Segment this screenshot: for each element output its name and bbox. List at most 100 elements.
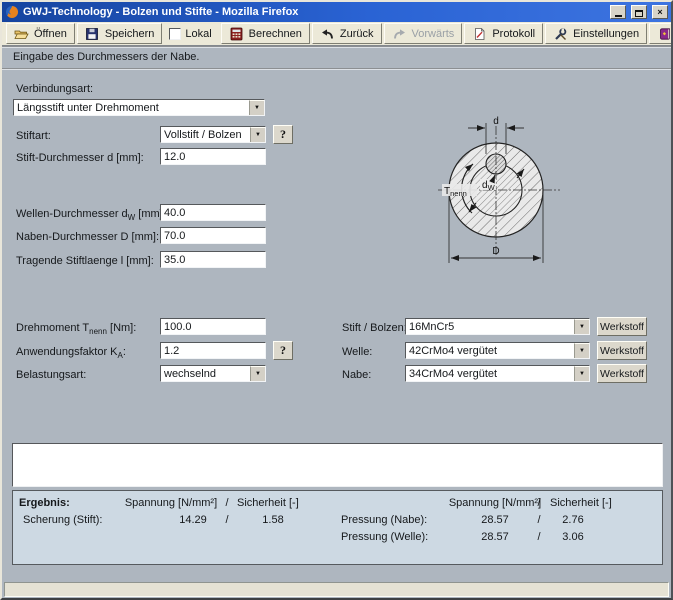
back-button[interactable]: Zurück bbox=[312, 23, 382, 44]
protocol-button-label: Protokoll bbox=[492, 28, 535, 40]
verbindungsart-select[interactable]: Längsstift unter Drehmoment ▼ bbox=[13, 99, 265, 116]
werkstoff-button-welle[interactable]: Werkstoff bbox=[597, 341, 647, 360]
result-left-header-slash: / bbox=[221, 497, 233, 509]
back-arrow-icon bbox=[320, 27, 335, 41]
result-right-header-slash: / bbox=[533, 497, 545, 509]
calculate-button[interactable]: Berechnen bbox=[221, 23, 310, 44]
stiftart-value: Vollstift / Bolzen bbox=[161, 129, 250, 141]
close-button[interactable]: × bbox=[652, 5, 668, 19]
drehmoment-input[interactable] bbox=[160, 318, 266, 335]
settings-button[interactable]: Einstellungen bbox=[545, 23, 647, 44]
drehmoment-label: Drehmoment Tnenn [Nm]: bbox=[16, 322, 136, 336]
open-folder-icon bbox=[14, 27, 29, 41]
chevron-down-icon[interactable]: ▼ bbox=[250, 127, 265, 142]
calculate-button-label: Berechnen bbox=[249, 28, 302, 40]
close-icon: × bbox=[657, 7, 662, 17]
maximize-button[interactable] bbox=[631, 5, 647, 19]
forward-button[interactable]: Vorwärts bbox=[384, 23, 463, 44]
save-button-label: Speichern bbox=[105, 28, 155, 40]
werkstoff-button-stift[interactable]: Werkstoff bbox=[597, 317, 647, 336]
result-pressung-nabe-label: Pressung (Nabe): bbox=[341, 514, 427, 526]
stift-bolzen-value: 16MnCr5 bbox=[406, 321, 574, 333]
anwendungsfaktor-label: Anwendungsfaktor KA: bbox=[16, 346, 126, 360]
verbindungsart-value: Längsstift unter Drehmoment bbox=[14, 102, 249, 114]
wellen-durchmesser-input[interactable] bbox=[160, 204, 266, 221]
help-button[interactable]: Hilfe bbox=[649, 23, 673, 44]
chevron-down-icon[interactable]: ▼ bbox=[574, 366, 589, 381]
belastungsart-value: wechselnd bbox=[161, 368, 250, 380]
naben-durchmesser-input[interactable] bbox=[160, 227, 266, 244]
result-scherung-sicherheit: 1.58 bbox=[241, 514, 305, 526]
result-left-header-spannung: Spannung [N/mm²] bbox=[116, 497, 226, 509]
results-title: Ergebnis: bbox=[19, 497, 70, 509]
window-title: GWJ-Technology - Bolzen und Stifte - Moz… bbox=[23, 6, 605, 18]
forward-arrow-icon bbox=[392, 27, 407, 41]
welle-label: Welle: bbox=[342, 346, 372, 358]
save-button[interactable]: Speichern bbox=[77, 23, 163, 44]
result-pressung-nabe-spannung: 28.57 bbox=[463, 514, 527, 526]
chevron-down-icon[interactable]: ▼ bbox=[574, 343, 589, 358]
welle-value: 42CrMo4 vergütet bbox=[406, 345, 574, 357]
stift-bolzen-select[interactable]: 16MnCr5 ▼ bbox=[405, 318, 590, 335]
toolbar: Öffnen Speichern Lokal Berechnen Zurück bbox=[2, 22, 671, 46]
werkstoff-button-nabe[interactable]: Werkstoff bbox=[597, 364, 647, 383]
stiftlaenge-label: Tragende Stiftlaenge l [mm]: bbox=[16, 255, 154, 267]
result-scherung-slash: / bbox=[221, 514, 233, 526]
firefox-icon bbox=[5, 5, 19, 19]
chevron-down-icon[interactable]: ▼ bbox=[250, 366, 265, 381]
chevron-down-icon[interactable]: ▼ bbox=[249, 100, 264, 115]
belastungsart-label: Belastungsart: bbox=[16, 369, 86, 381]
stift-bolzen-label: Stift / Bolzen: bbox=[342, 322, 407, 334]
tools-icon bbox=[553, 27, 568, 41]
result-left-header-sicherheit: Sicherheit [-] bbox=[237, 497, 299, 509]
stiftart-help-button[interactable]: ? bbox=[273, 125, 293, 144]
open-button[interactable]: Öffnen bbox=[6, 23, 75, 44]
document-icon bbox=[472, 27, 487, 41]
nabe-select[interactable]: 34CrMo4 vergütet ▼ bbox=[405, 365, 590, 382]
message-output-box bbox=[12, 443, 663, 487]
welle-select[interactable]: 42CrMo4 vergütet ▼ bbox=[405, 342, 590, 359]
anwendungsfaktor-input[interactable] bbox=[160, 342, 266, 359]
anwendungsfaktor-help-button[interactable]: ? bbox=[273, 341, 293, 360]
settings-button-label: Einstellungen bbox=[573, 28, 639, 40]
chevron-down-icon[interactable]: ▼ bbox=[574, 319, 589, 334]
local-checkbox-label: Lokal bbox=[185, 28, 211, 40]
calculator-icon bbox=[229, 27, 244, 41]
stift-durchmesser-label: Stift-Durchmesser d [mm]: bbox=[16, 152, 144, 164]
result-pressung-welle-label: Pressung (Welle): bbox=[341, 531, 428, 543]
minimize-icon bbox=[615, 15, 622, 17]
maximize-icon bbox=[635, 10, 643, 17]
result-pressung-nabe-sicherheit: 2.76 bbox=[541, 514, 605, 526]
results-panel: Ergebnis: Spannung [N/mm²] / Sicherheit … bbox=[12, 490, 663, 565]
open-button-label: Öffnen bbox=[34, 28, 67, 40]
dim-d-label: d bbox=[493, 116, 499, 127]
application-window: GWJ-Technology - Bolzen und Stifte - Moz… bbox=[0, 0, 673, 600]
main-content: Verbindungsart: Längsstift unter Drehmom… bbox=[2, 70, 671, 581]
result-pressung-welle-sicherheit: 3.06 bbox=[541, 531, 605, 543]
bottom-statusbar bbox=[4, 582, 669, 597]
status-message: Eingabe des Durchmessers der Nabe. bbox=[2, 46, 671, 70]
dim-D-label: D bbox=[492, 246, 499, 257]
verbindungsart-label: Verbindungsart: bbox=[16, 83, 93, 95]
nabe-value: 34CrMo4 vergütet bbox=[406, 368, 574, 380]
result-right-header-sicherheit: Sicherheit [-] bbox=[550, 497, 612, 509]
book-icon bbox=[657, 27, 672, 41]
stift-durchmesser-input[interactable] bbox=[160, 148, 266, 165]
stiftart-select[interactable]: Vollstift / Bolzen ▼ bbox=[160, 126, 266, 143]
cross-section-diagram: d D Tnenn dW bbox=[422, 110, 592, 270]
local-checkbox-wrap: Lokal bbox=[169, 28, 211, 40]
minimize-button[interactable] bbox=[610, 5, 626, 19]
protocol-button[interactable]: Protokoll bbox=[464, 23, 543, 44]
forward-button-label: Vorwärts bbox=[412, 28, 455, 40]
belastungsart-select[interactable]: wechselnd ▼ bbox=[160, 365, 266, 382]
stiftlaenge-input[interactable] bbox=[160, 251, 266, 268]
floppy-disk-icon bbox=[85, 27, 100, 41]
result-scherung-label: Scherung (Stift): bbox=[23, 514, 102, 526]
result-pressung-welle-spannung: 28.57 bbox=[463, 531, 527, 543]
local-checkbox[interactable] bbox=[169, 28, 181, 40]
titlebar[interactable]: GWJ-Technology - Bolzen und Stifte - Moz… bbox=[2, 2, 671, 22]
back-button-label: Zurück bbox=[340, 28, 374, 40]
naben-durchmesser-label: Naben-Durchmesser D [mm]: bbox=[16, 231, 159, 243]
result-scherung-spannung: 14.29 bbox=[161, 514, 225, 526]
stiftart-label: Stiftart: bbox=[16, 130, 51, 142]
